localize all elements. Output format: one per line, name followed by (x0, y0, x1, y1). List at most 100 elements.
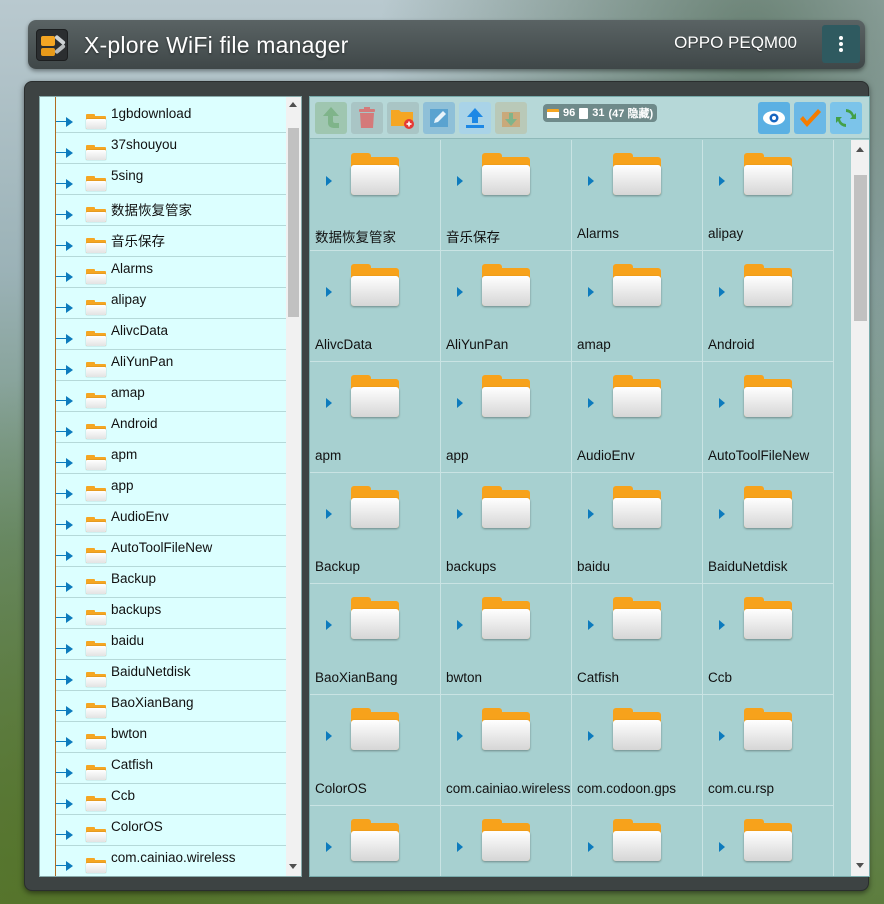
grid-folder-item[interactable]: AudioEnv (572, 362, 703, 473)
expand-arrow-icon[interactable] (457, 842, 463, 852)
expand-arrow-icon[interactable] (66, 768, 73, 778)
tree-item[interactable]: alipay (40, 288, 286, 319)
expand-arrow-icon[interactable] (457, 620, 463, 630)
tree-scroll-down-icon[interactable] (289, 864, 297, 869)
expand-arrow-icon[interactable] (588, 620, 594, 630)
grid-folder-item[interactable]: AutoToolFileNew (703, 362, 834, 473)
expand-arrow-icon[interactable] (588, 287, 594, 297)
expand-arrow-icon[interactable] (66, 458, 73, 468)
tree-item[interactable]: ColorOS (40, 815, 286, 846)
refresh-button[interactable] (830, 102, 862, 134)
expand-arrow-icon[interactable] (719, 620, 725, 630)
expand-arrow-icon[interactable] (719, 176, 725, 186)
tree-scrollbar-thumb[interactable] (288, 128, 299, 317)
expand-arrow-icon[interactable] (66, 706, 73, 716)
tree-item[interactable]: Android (40, 412, 286, 443)
grid-folder-item[interactable]: BaiduNetdisk (703, 473, 834, 584)
expand-arrow-icon[interactable] (457, 176, 463, 186)
grid-folder-item[interactable]: Alarms (572, 140, 703, 251)
grid-folder-item[interactable]: com.cainiao.wireless (441, 695, 572, 806)
tree-item[interactable]: 5sing (40, 164, 286, 195)
expand-arrow-icon[interactable] (66, 179, 73, 189)
rename-button[interactable] (423, 102, 455, 134)
tree-item[interactable]: Ccb (40, 784, 286, 815)
grid-scroll-down-icon[interactable] (856, 863, 864, 868)
grid-folder-item[interactable] (703, 806, 834, 876)
tree-item[interactable]: Catfish (40, 753, 286, 784)
delete-button[interactable] (351, 102, 383, 134)
tree-item[interactable]: 37shouyou (40, 133, 286, 164)
download-button[interactable] (495, 102, 527, 134)
expand-arrow-icon[interactable] (66, 334, 73, 344)
expand-arrow-icon[interactable] (326, 176, 332, 186)
expand-arrow-icon[interactable] (66, 861, 73, 871)
grid-folder-item[interactable]: 数据恢复管家 (310, 140, 441, 251)
tree-item[interactable]: app (40, 474, 286, 505)
grid-folder-item[interactable]: 音乐保存 (441, 140, 572, 251)
expand-arrow-icon[interactable] (66, 210, 73, 220)
expand-arrow-icon[interactable] (588, 176, 594, 186)
tree-item[interactable]: Alarms (40, 257, 286, 288)
grid-folder-item[interactable]: Backup (310, 473, 441, 584)
expand-arrow-icon[interactable] (719, 287, 725, 297)
expand-arrow-icon[interactable] (66, 644, 73, 654)
expand-arrow-icon[interactable] (588, 842, 594, 852)
tree-item[interactable]: Backup (40, 567, 286, 598)
expand-arrow-icon[interactable] (66, 551, 73, 561)
grid-folder-item[interactable]: Android (703, 251, 834, 362)
expand-arrow-icon[interactable] (457, 509, 463, 519)
tree-item[interactable]: AudioEnv (40, 505, 286, 536)
tree-item[interactable]: AliYunPan (40, 350, 286, 381)
view-button[interactable] (758, 102, 790, 134)
expand-arrow-icon[interactable] (66, 675, 73, 685)
expand-arrow-icon[interactable] (588, 398, 594, 408)
expand-arrow-icon[interactable] (326, 509, 332, 519)
expand-arrow-icon[interactable] (66, 365, 73, 375)
grid-folder-item[interactable]: com.cu.rsp (703, 695, 834, 806)
grid-folder-item[interactable]: com.codoon.gps (572, 695, 703, 806)
tree-scroll-up-icon[interactable] (289, 102, 297, 107)
grid-folder-item[interactable]: BaoXianBang (310, 584, 441, 695)
grid-folder-item[interactable]: AliYunPan (441, 251, 572, 362)
grid-folder-item[interactable]: Catfish (572, 584, 703, 695)
grid-scrollbar-thumb[interactable] (854, 175, 867, 321)
tree-item[interactable]: bwton (40, 722, 286, 753)
expand-arrow-icon[interactable] (66, 737, 73, 747)
expand-arrow-icon[interactable] (66, 799, 73, 809)
select-button[interactable] (794, 102, 826, 134)
expand-arrow-icon[interactable] (66, 303, 73, 313)
expand-arrow-icon[interactable] (66, 582, 73, 592)
grid-folder-item[interactable]: ColorOS (310, 695, 441, 806)
tree-item[interactable]: BaiduNetdisk (40, 660, 286, 691)
grid-folder-item[interactable]: AlivcData (310, 251, 441, 362)
new-folder-button[interactable] (387, 102, 419, 134)
grid-folder-item[interactable]: app (441, 362, 572, 473)
expand-arrow-icon[interactable] (66, 241, 73, 251)
expand-arrow-icon[interactable] (588, 509, 594, 519)
grid-folder-item[interactable]: alipay (703, 140, 834, 251)
expand-arrow-icon[interactable] (719, 842, 725, 852)
tree-item[interactable]: com.cainiao.wireless (40, 846, 286, 876)
grid-folder-item[interactable]: bwton (441, 584, 572, 695)
menu-button[interactable] (822, 25, 860, 63)
expand-arrow-icon[interactable] (66, 396, 73, 406)
expand-arrow-icon[interactable] (457, 731, 463, 741)
expand-arrow-icon[interactable] (66, 117, 73, 127)
grid-scroll-up-icon[interactable] (856, 147, 864, 152)
grid-folder-item[interactable]: baidu (572, 473, 703, 584)
grid-folder-item[interactable] (572, 806, 703, 876)
grid-folder-item[interactable]: backups (441, 473, 572, 584)
grid-folder-item[interactable]: apm (310, 362, 441, 473)
expand-arrow-icon[interactable] (66, 427, 73, 437)
expand-arrow-icon[interactable] (719, 398, 725, 408)
grid-folder-item[interactable]: Ccb (703, 584, 834, 695)
tree-item[interactable]: apm (40, 443, 286, 474)
expand-arrow-icon[interactable] (326, 731, 332, 741)
grid-folder-item[interactable]: amap (572, 251, 703, 362)
tree-item[interactable]: amap (40, 381, 286, 412)
expand-arrow-icon[interactable] (457, 287, 463, 297)
tree-item[interactable]: 音乐保存 (40, 226, 286, 257)
expand-arrow-icon[interactable] (66, 520, 73, 530)
expand-arrow-icon[interactable] (326, 398, 332, 408)
tree-item[interactable]: AlivcData (40, 319, 286, 350)
